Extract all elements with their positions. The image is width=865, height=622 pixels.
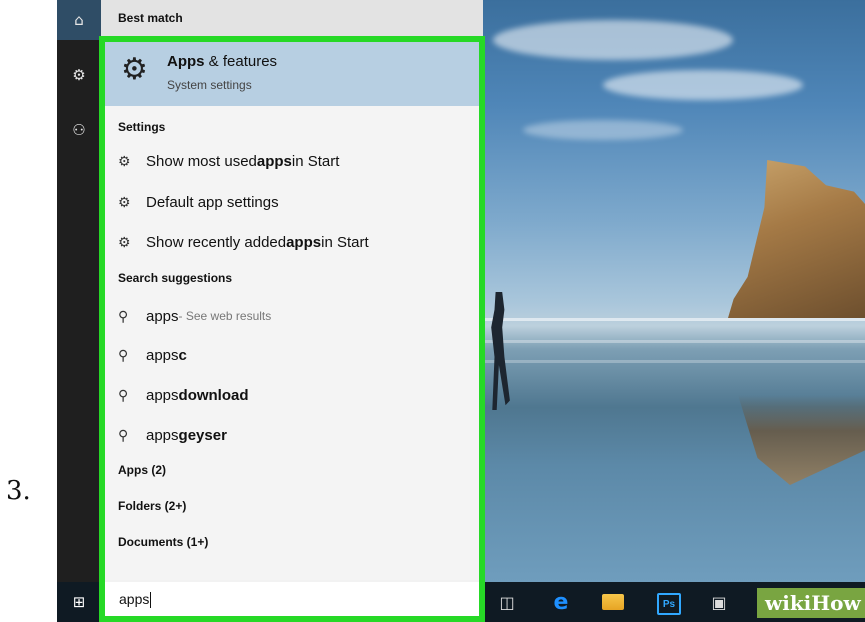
windows-start-icon[interactable]: ⊞ (57, 582, 101, 622)
edge-icon[interactable]: e (549, 590, 573, 615)
home-icon[interactable]: ⌂ (57, 0, 101, 40)
suggestion-appsc[interactable]: ⚲ apps c (118, 342, 187, 368)
file-explorer-icon[interactable] (602, 594, 624, 610)
store-icon[interactable]: ▣ (707, 590, 731, 614)
desktop-wallpaper (483, 0, 865, 582)
best-match-title: Apps & features (167, 53, 278, 70)
feedback-icon[interactable]: ⚇ (57, 110, 101, 150)
suggestion-apps[interactable]: ⚲ apps - See web results (118, 303, 271, 329)
gear-icon: ⚙ (121, 52, 148, 87)
rock-formation (728, 160, 865, 318)
suggestion-apps-download[interactable]: ⚲ apps download (118, 382, 249, 408)
wikihow-watermark: wikiHow (757, 588, 865, 618)
start-rail: ⌂ ⚙ ⚇ (57, 0, 101, 582)
task-view-icon[interactable]: ◫ (495, 590, 519, 614)
photoshop-icon[interactable]: Ps (657, 593, 681, 615)
best-match-label: Best match (118, 11, 183, 25)
gear-icon: ⚙ (118, 152, 131, 169)
settings-item-recently-added[interactable]: ⚙ Show recently added apps in Start (118, 229, 369, 255)
settings-section-label: Settings (118, 120, 166, 134)
search-suggestions-label: Search suggestions (118, 271, 233, 285)
text-caret (150, 592, 152, 609)
settings-item-show-most-used[interactable]: ⚙ Show most used apps in Start (118, 148, 339, 174)
search-icon: ⚲ (118, 426, 129, 443)
folders-group-label[interactable]: Folders (2+) (118, 499, 186, 513)
search-icon: ⚲ (118, 307, 129, 324)
best-match-subtitle: System settings (167, 78, 252, 92)
runner-silhouette (491, 292, 510, 410)
search-input[interactable]: apps (119, 591, 152, 609)
settings-item-default-app[interactable]: ⚙ Default app settings (118, 189, 279, 215)
documents-group-label[interactable]: Documents (1+) (118, 535, 208, 549)
apps-group-label[interactable]: Apps (2) (118, 463, 166, 477)
search-icon: ⚲ (118, 386, 129, 403)
search-icon: ⚲ (118, 346, 129, 363)
step-number: 3. (6, 476, 31, 506)
gear-icon[interactable]: ⚙ (57, 55, 101, 95)
gear-icon: ⚙ (118, 233, 131, 250)
best-match-apps-features[interactable]: ⚙ Apps & features System settings (105, 40, 479, 106)
suggestion-appsgeyser[interactable]: ⚲ apps geyser (118, 422, 227, 448)
gear-icon: ⚙ (118, 193, 131, 210)
search-box[interactable]: apps (105, 582, 479, 616)
